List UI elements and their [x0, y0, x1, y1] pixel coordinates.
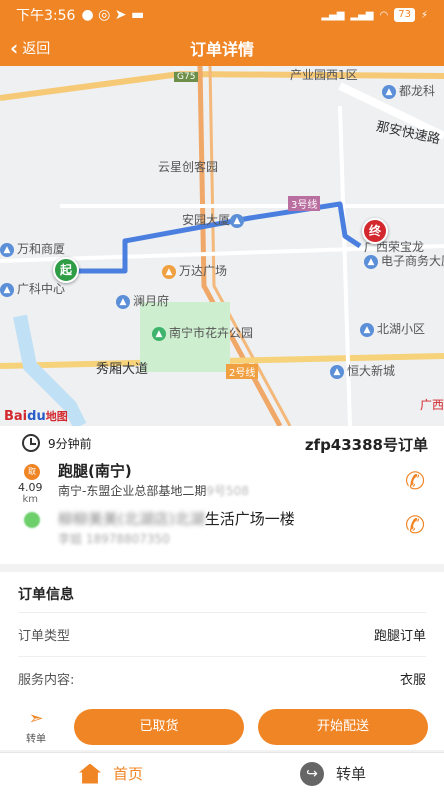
poi-icon: ▲ — [0, 242, 14, 257]
tab-transfer[interactable]: ↪ 转单 — [222, 753, 444, 794]
distance-unit: km — [22, 494, 39, 505]
poi-icon: ▲ — [162, 264, 176, 279]
map-label: 产业园西1区 — [290, 68, 358, 82]
pickup-title: 跑腿(南宁) — [58, 462, 132, 480]
send-icon: ➣ — [28, 708, 44, 729]
tab-home-label: 首页 — [112, 765, 143, 783]
info-row-service: 服务内容: 衣服 — [18, 656, 426, 700]
transfer-action[interactable]: ➣ 转单 — [14, 708, 58, 745]
map-label: ▲ 万达广场 — [162, 262, 227, 279]
order-number: zfp43388号订单 — [304, 436, 428, 454]
home-icon — [78, 763, 101, 784]
info-value: 跑腿订单 — [373, 629, 426, 644]
dropoff-badge — [24, 512, 40, 528]
map-road-g75 — [0, 70, 444, 101]
picked-up-button[interactable]: 已取货 — [74, 709, 244, 745]
status-left: 下午3:56 ● ◎ ➤ ▬ — [16, 5, 144, 25]
poi-icon: ▲ — [382, 84, 396, 99]
dropoff-title: 柳柳美美(北湖店)北湖生活广场一楼 — [58, 510, 295, 528]
map-label: 3号线 — [288, 196, 321, 211]
start-pin[interactable]: 起 — [53, 257, 79, 283]
status-bar: 下午3:56 ● ◎ ➤ ▬ ▂▄▆ ▂▄▆ ◠ 73 ⚡ — [0, 0, 444, 30]
signal-icon: ▂▄▆ — [321, 9, 345, 21]
route-map[interactable]: 产业园西1区 ▲ 都龙科 那安快速路 云星创客园 安园大厦 ▲ 3号线 广西荣宝龙 … — [0, 66, 444, 426]
status-time: 下午3:56 — [16, 8, 76, 24]
map-label: ▲ 广科中心 — [0, 280, 65, 297]
poi-icon: ▲ — [152, 326, 166, 341]
transfer-action-label: 转单 — [26, 734, 46, 745]
status-right: ▂▄▆ ▂▄▆ ◠ 73 ⚡ — [321, 8, 428, 22]
charging-icon: ⚡ — [420, 9, 428, 21]
map-label: ▲ 澜月府 — [116, 292, 169, 309]
info-label: 订单类型 — [18, 629, 71, 644]
distance: 4.09 km — [18, 482, 43, 506]
order-time-row: 9分钟前 — [22, 434, 92, 452]
order-time-ago: 9分钟前 — [48, 436, 92, 451]
dropoff-contact: 李姐 18978807350 — [58, 532, 170, 546]
chevron-left-icon: ‹ — [10, 36, 19, 60]
poi-icon: ▲ — [230, 213, 245, 228]
order-info-header: 订单信息 — [18, 587, 74, 603]
pickup-address: 南宁-东盟企业总部基地二期9号508 — [58, 484, 249, 498]
end-pin[interactable]: 终 — [362, 218, 388, 244]
map-label: ▲ 都龙科 — [382, 82, 435, 99]
map-label: ▲ 南宁市花卉公园 — [152, 324, 253, 341]
map-label: ▲电子商务大厦 — [364, 252, 444, 269]
page-title: 订单详情 — [189, 40, 254, 59]
back-label: 返回 — [22, 41, 51, 57]
wifi-icon: ◠ — [379, 9, 389, 21]
dropoff-phone-icon[interactable]: ✆ — [400, 510, 430, 540]
info-row-order-type: 订单类型 跑腿订单 — [18, 612, 426, 656]
map-label: 2号线 — [226, 364, 259, 379]
poi-icon: ▲ — [0, 282, 14, 297]
map-label: ▲ 北湖小区 — [360, 320, 425, 337]
clock-icon — [22, 434, 40, 452]
map-label: 秀厢大道 — [96, 362, 149, 377]
baidu-map-logo: Baidu地图 — [4, 409, 68, 424]
order-card: 9分钟前 zfp43388号订单 取 4.09 km 跑腿(南宁) 南宁-东盟企… — [0, 426, 444, 564]
map-label: 广西 — [420, 398, 444, 412]
map-label: ▲ 万和商厦 — [0, 240, 65, 257]
distance-value: 4.09 — [18, 481, 43, 494]
pickup-phone-icon[interactable]: ✆ — [400, 466, 430, 496]
start-delivery-button[interactable]: 开始配送 — [258, 709, 428, 745]
info-value: 衣服 — [399, 673, 426, 688]
tab-home[interactable]: 首页 — [0, 753, 222, 794]
pickup-badge: 取 — [24, 464, 40, 480]
back-button[interactable]: ‹ 返回 — [10, 30, 50, 66]
map-label: 安园大厦 ▲ — [182, 211, 247, 228]
poi-icon: ▲ — [330, 364, 344, 379]
map-label: 云星创客园 — [158, 160, 219, 174]
nav-bar: ‹ 返回 订单详情 — [0, 30, 444, 66]
battery-icon: 73 — [394, 8, 415, 22]
map-label: G75 — [174, 72, 199, 82]
poi-icon: ▲ — [116, 294, 130, 309]
poi-icon: ▲ — [364, 254, 378, 269]
share-arrow-icon: ↪ — [299, 761, 324, 786]
notification-icons: ● ◎ ➤ ▬ — [81, 7, 145, 23]
tab-transfer-label: 转单 — [335, 765, 366, 783]
action-bar: ➣ 转单 已取货 开始配送 — [0, 704, 444, 750]
info-label: 服务内容: — [18, 673, 75, 688]
tab-bar: 首页 ↪ 转单 — [0, 752, 444, 794]
signal-icon-2: ▂▄▆ — [350, 9, 374, 21]
map-label: ▲ 恒大新城 — [330, 362, 395, 379]
poi-icon: ▲ — [360, 322, 374, 337]
